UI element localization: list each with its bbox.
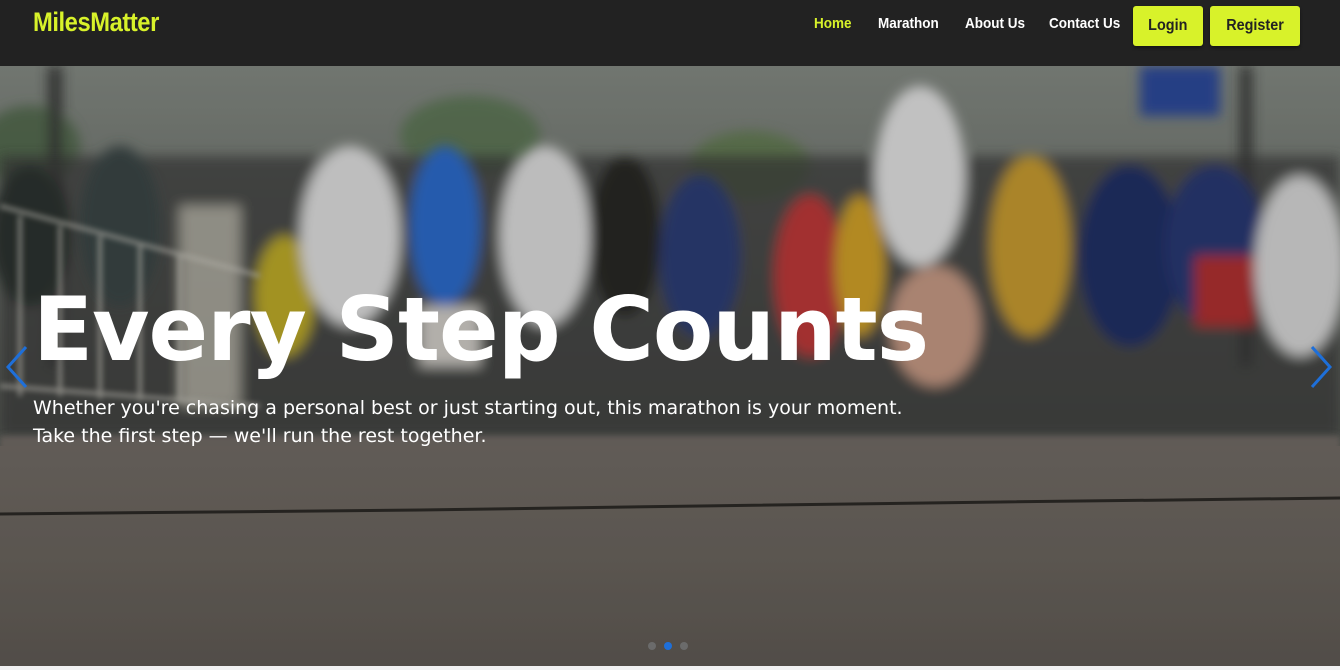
hero-carousel: Every Step Counts Whether you're chasing…: [0, 66, 1340, 666]
hero-subtitle-line-1: Whether you're chasing a personal best o…: [33, 397, 903, 419]
top-navbar: MilesMatter Home Marathon About Us Conta…: [0, 0, 1340, 66]
hero-subtitle: Whether you're chasing a personal best o…: [33, 394, 973, 450]
carousel-prev-button[interactable]: [2, 342, 32, 392]
login-button[interactable]: Login: [1133, 6, 1203, 46]
carousel-indicator-2[interactable]: [664, 642, 672, 650]
carousel-indicators: [648, 642, 688, 650]
register-button[interactable]: Register: [1210, 6, 1300, 46]
carousel-next-button[interactable]: [1306, 342, 1336, 392]
page-bottom-edge: [0, 666, 1340, 670]
carousel-indicator-3[interactable]: [680, 642, 688, 650]
nav-link-contact-us[interactable]: Contact Us: [1049, 15, 1120, 32]
nav-link-home[interactable]: Home: [814, 15, 852, 32]
chevron-right-icon: [1310, 345, 1333, 389]
nav-link-about-us[interactable]: About Us: [965, 15, 1025, 32]
hero-subtitle-line-2: Take the first step — we'll run the rest…: [33, 425, 487, 447]
chevron-left-icon: [5, 345, 28, 389]
nav-link-marathon[interactable]: Marathon: [878, 15, 939, 32]
nav-links: Home Marathon About Us Contact Us Login …: [0, 0, 1340, 66]
carousel-indicator-1[interactable]: [648, 642, 656, 650]
hero-title: Every Step Counts: [33, 278, 929, 381]
